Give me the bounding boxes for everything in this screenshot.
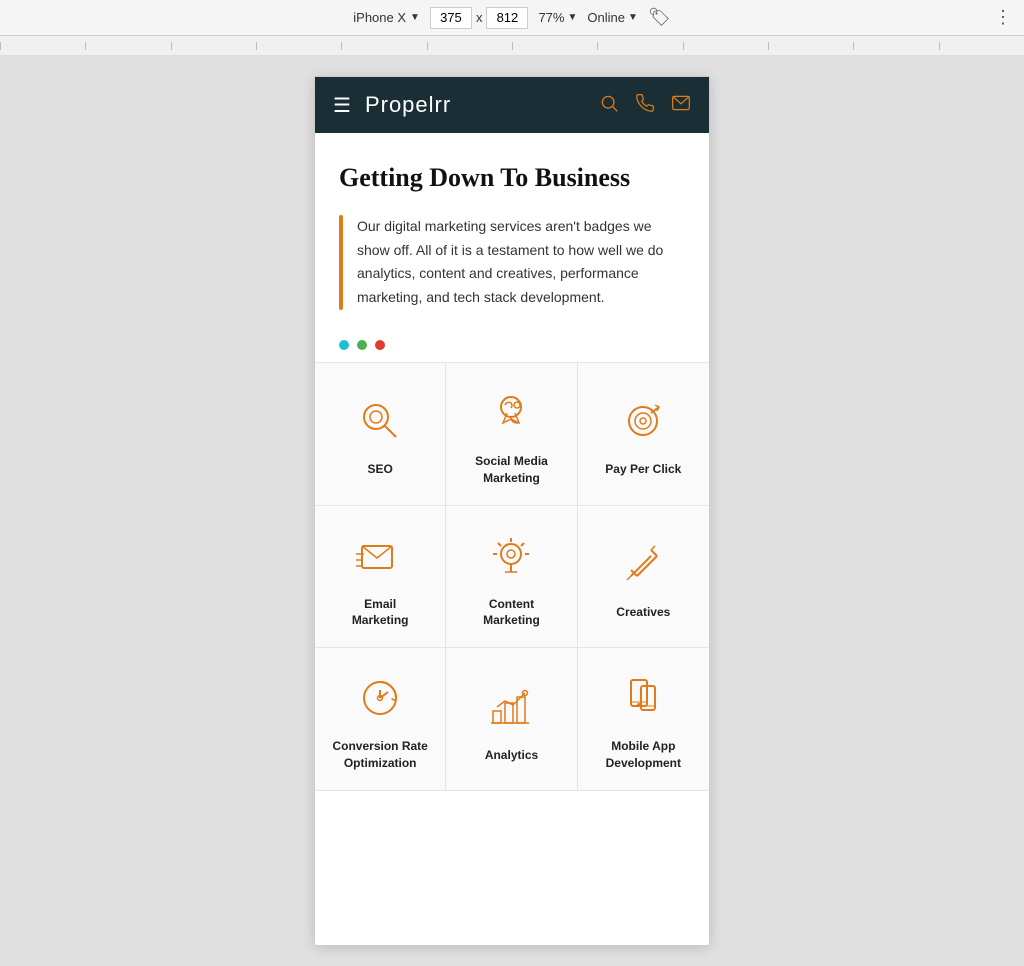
hero-quote: Our digital marketing services aren't ba…: [339, 215, 685, 310]
zoom-label: 77%: [538, 10, 564, 25]
x-separator: x: [476, 10, 483, 25]
connection-label: Online: [587, 10, 625, 25]
dot-2[interactable]: [357, 340, 367, 350]
analytics-label: Analytics: [485, 747, 538, 764]
seo-label: SEO: [367, 461, 392, 478]
conversion-rate-label: Conversion RateOptimization: [332, 738, 427, 772]
service-analytics[interactable]: Analytics: [446, 648, 577, 791]
device-label: iPhone X: [353, 10, 406, 25]
tag-icon[interactable]: 🏷: [648, 7, 671, 28]
service-pay-per-click[interactable]: Pay Per Click: [578, 363, 709, 506]
connection-chevron: ▼: [628, 12, 638, 23]
zoom-selector[interactable]: 77% ▼: [538, 10, 577, 25]
dot-3[interactable]: [375, 340, 385, 350]
email-marketing-icon: [352, 528, 408, 584]
width-input[interactable]: [430, 7, 472, 29]
services-grid: SEO Social MediaMarketing: [315, 362, 709, 791]
height-input[interactable]: [486, 7, 528, 29]
social-media-label: Social MediaMarketing: [475, 453, 548, 487]
phone-frame: ☰ Propelrr: [314, 76, 710, 946]
content-marketing-label: ContentMarketing: [483, 596, 540, 630]
pay-per-click-icon: [615, 393, 671, 449]
pay-per-click-label: Pay Per Click: [605, 461, 681, 478]
dimension-inputs: x: [430, 7, 529, 29]
browser-bar: iPhone X ▼ x 77% ▼ Online ▼ 🏷 ⋮: [0, 0, 1024, 36]
email-marketing-label: EmailMarketing: [352, 596, 409, 630]
hamburger-icon[interactable]: ☰: [333, 93, 351, 118]
dot-1[interactable]: [339, 340, 349, 350]
service-mobile-app[interactable]: Mobile AppDevelopment: [578, 648, 709, 791]
navigation-bar: ☰ Propelrr: [315, 77, 709, 133]
social-icon: [483, 385, 539, 441]
quote-border: [339, 215, 343, 310]
hero-body-text: Our digital marketing services aren't ba…: [357, 215, 685, 310]
mail-icon[interactable]: [671, 93, 691, 118]
service-content-marketing[interactable]: ContentMarketing: [446, 506, 577, 649]
ruler: [0, 36, 1024, 56]
analytics-icon: [483, 679, 539, 735]
service-seo[interactable]: SEO: [315, 363, 446, 506]
creatives-label: Creatives: [616, 604, 670, 621]
service-conversion-rate[interactable]: Conversion RateOptimization: [315, 648, 446, 791]
more-options-button[interactable]: ⋮: [994, 7, 1012, 28]
zoom-chevron: ▼: [567, 12, 577, 23]
connection-selector[interactable]: Online ▼: [587, 10, 637, 25]
nav-left: ☰ Propelrr: [333, 92, 451, 118]
content-area: ☰ Propelrr: [0, 56, 1024, 966]
search-icon[interactable]: [599, 93, 619, 118]
mobile-app-label: Mobile AppDevelopment: [606, 738, 681, 772]
brand-name: Propelrr: [365, 92, 451, 118]
dots-indicator: [315, 326, 709, 362]
seo-icon: [352, 393, 408, 449]
content-marketing-icon: [483, 528, 539, 584]
conversion-rate-icon: [352, 670, 408, 726]
service-email-marketing[interactable]: EmailMarketing: [315, 506, 446, 649]
ruler-marks: [0, 42, 1024, 50]
service-creatives[interactable]: Creatives: [578, 506, 709, 649]
hero-title: Getting Down To Business: [339, 161, 685, 195]
hero-section: Getting Down To Business Our digital mar…: [315, 133, 709, 326]
phone-icon[interactable]: [635, 93, 655, 118]
nav-right: [599, 93, 691, 118]
device-chevron: ▼: [410, 12, 420, 23]
device-selector[interactable]: iPhone X ▼: [353, 10, 420, 25]
mobile-app-icon: [615, 670, 671, 726]
service-social-media[interactable]: Social MediaMarketing: [446, 363, 577, 506]
creatives-icon: [615, 536, 671, 592]
